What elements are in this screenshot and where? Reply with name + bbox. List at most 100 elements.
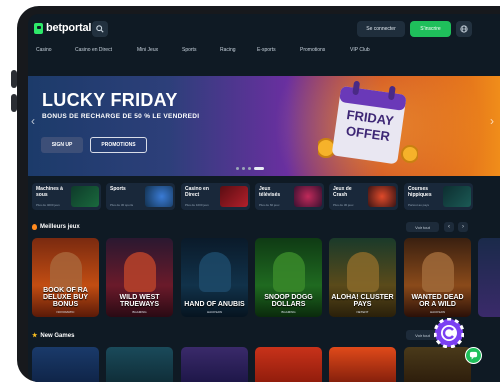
search-icon [96, 25, 104, 33]
best-see-all-button[interactable]: Voir tout [406, 222, 439, 232]
game-art [124, 252, 156, 292]
game-provider: NETENT [356, 310, 369, 314]
banner-prev-arrow-icon[interactable]: ‹ [31, 114, 35, 128]
game-tile[interactable]: HAND OF ANUBIS HACKSAW [181, 238, 248, 317]
slot-machine-icon [71, 186, 99, 207]
globe-icon [460, 25, 468, 33]
nav-vip-club[interactable]: VIP Club [350, 47, 370, 53]
nav-casino[interactable]: Casino [36, 47, 52, 53]
category-label: Courses hippiques [408, 186, 432, 198]
game-tile[interactable]: SNOOP DOGG DOLLARS BGAMING [255, 238, 322, 317]
banner-title: LUCKY FRIDAY [42, 90, 178, 110]
promo-banner[interactable]: ‹ › LUCKY FRIDAY BONUS DE RECHARGE DE 50… [28, 76, 500, 176]
banner-pagination [236, 167, 264, 170]
category-label: Jeux de Crash [333, 186, 352, 198]
game-tile[interactable] [478, 238, 500, 317]
game-art [50, 252, 82, 292]
tv-games-icon [294, 186, 322, 207]
nav-racing[interactable]: Racing [220, 47, 236, 53]
category-sub: Plus de 30 jeux [333, 203, 354, 207]
banner-subtitle: BONUS DE RECHARGE DE 50 % LE VENDREDI [42, 113, 200, 120]
category-sub: Plus de 1000 jeux [185, 203, 209, 207]
nav-promotions[interactable]: Promotions [300, 47, 325, 53]
nav-mini-games[interactable]: Mini Jeux [137, 47, 158, 53]
banner-promotions-button[interactable]: PROMOTIONS [90, 137, 147, 153]
cards-icon [220, 186, 248, 207]
game-tile[interactable]: WANTED DEAD OR A WILD HACKSAW [404, 238, 471, 317]
game-tile[interactable] [106, 347, 173, 382]
star-icon: ★ [32, 333, 38, 339]
game-art [199, 252, 231, 292]
casino-chip-badge-icon[interactable] [434, 318, 464, 348]
nav-esports[interactable]: E-sports [257, 47, 276, 53]
game-name: SNOOP DOGG DOLLARS [264, 294, 313, 308]
new-games-title: ★ New Games [32, 332, 74, 340]
category-tv-games[interactable]: Jeux télévisés Plus de 60 jeux [255, 183, 324, 210]
screen: betportal Se connecter S'inscrire Casino… [28, 14, 500, 382]
category-crash-games[interactable]: Jeux de Crash Plus de 30 jeux [329, 183, 398, 210]
category-sports[interactable]: Sports Plus de 30 sports [106, 183, 175, 210]
logo-icon [34, 22, 43, 34]
game-provider: NOVOMATIC [56, 310, 75, 314]
game-name: WILD WEST TRUEWAYS [119, 294, 160, 308]
game-name: HAND OF ANUBIS [184, 301, 245, 308]
category-sub: Plus de 4000 jeux [36, 203, 60, 207]
friday-offer-calendar-illustration: FRIDAY OFFER [318, 81, 418, 164]
best-games-title: Meilleurs jeux [32, 224, 80, 230]
tablet-side-button [11, 70, 17, 88]
category-live-casino[interactable]: Casino en Direct Plus de 1000 jeux [181, 183, 250, 210]
brand-logo[interactable]: betportal [34, 22, 91, 34]
best-next-button[interactable]: › [458, 222, 468, 232]
chat-icon [469, 351, 478, 360]
category-label: Machines à sous [36, 186, 63, 198]
game-art [347, 252, 379, 292]
category-sub: Plus de 60 jeux [259, 203, 280, 207]
game-tile[interactable]: ALOHA! CLUSTER PAYS NETENT [329, 238, 396, 317]
game-provider: BGAMING [132, 310, 147, 314]
category-label: Jeux télévisés [259, 186, 281, 198]
brand-name: betportal [46, 22, 92, 34]
game-provider: BGAMING [281, 310, 296, 314]
banner-next-arrow-icon[interactable]: › [490, 114, 494, 128]
game-name: ALOHA! CLUSTER PAYS [331, 294, 394, 308]
banner-dot[interactable] [254, 167, 264, 170]
nav-sports[interactable]: Sports [182, 47, 196, 53]
nav-live-casino[interactable]: Casino en Direct [75, 47, 112, 53]
game-tile[interactable] [32, 347, 99, 382]
signup-button[interactable]: S'inscrire [410, 21, 451, 37]
banner-dot[interactable] [236, 167, 239, 170]
category-horse-racing[interactable]: Courses hippiques Partout au pays [404, 183, 473, 210]
game-provider: HACKSAW [206, 310, 223, 314]
chat-button[interactable] [465, 347, 482, 364]
game-tile[interactable] [329, 347, 396, 382]
tablet-side-button [11, 94, 17, 112]
category-slots[interactable]: Machines à sous Plus de 4000 jeux [32, 183, 101, 210]
category-sub: Plus de 30 sports [110, 203, 134, 207]
game-tile[interactable]: BOOK OF RA DELUXE BUY BONUS NOVOMATIC [32, 238, 99, 317]
horse-icon [443, 186, 471, 207]
banner-dot[interactable] [242, 167, 245, 170]
game-art [273, 252, 305, 292]
best-games-label: Meilleurs jeux [40, 224, 80, 230]
category-label: Casino en Direct [185, 186, 209, 198]
best-prev-button[interactable]: ‹ [444, 222, 454, 232]
game-tile[interactable]: WILD WEST TRUEWAYS BGAMING [106, 238, 173, 317]
flame-icon [32, 224, 37, 230]
game-tile[interactable] [181, 347, 248, 382]
game-provider: HACKSAW [429, 310, 446, 314]
rocket-icon [368, 186, 396, 207]
game-tile[interactable] [404, 347, 471, 382]
game-tile[interactable] [255, 347, 322, 382]
category-label: Sports [110, 186, 126, 192]
banner-signup-button[interactable]: SIGN UP [41, 137, 83, 153]
game-name: BOOK OF RA DELUXE BUY BONUS [42, 287, 89, 308]
header: betportal Se connecter S'inscrire [28, 14, 500, 44]
language-button[interactable] [456, 21, 472, 37]
banner-dot[interactable] [248, 167, 251, 170]
category-sub: Partout au pays [408, 203, 430, 207]
game-name: WANTED DEAD OR A WILD [411, 294, 464, 308]
login-button[interactable]: Se connecter [357, 21, 405, 37]
football-icon [145, 186, 173, 207]
game-art [422, 252, 454, 292]
search-button[interactable] [92, 21, 108, 37]
